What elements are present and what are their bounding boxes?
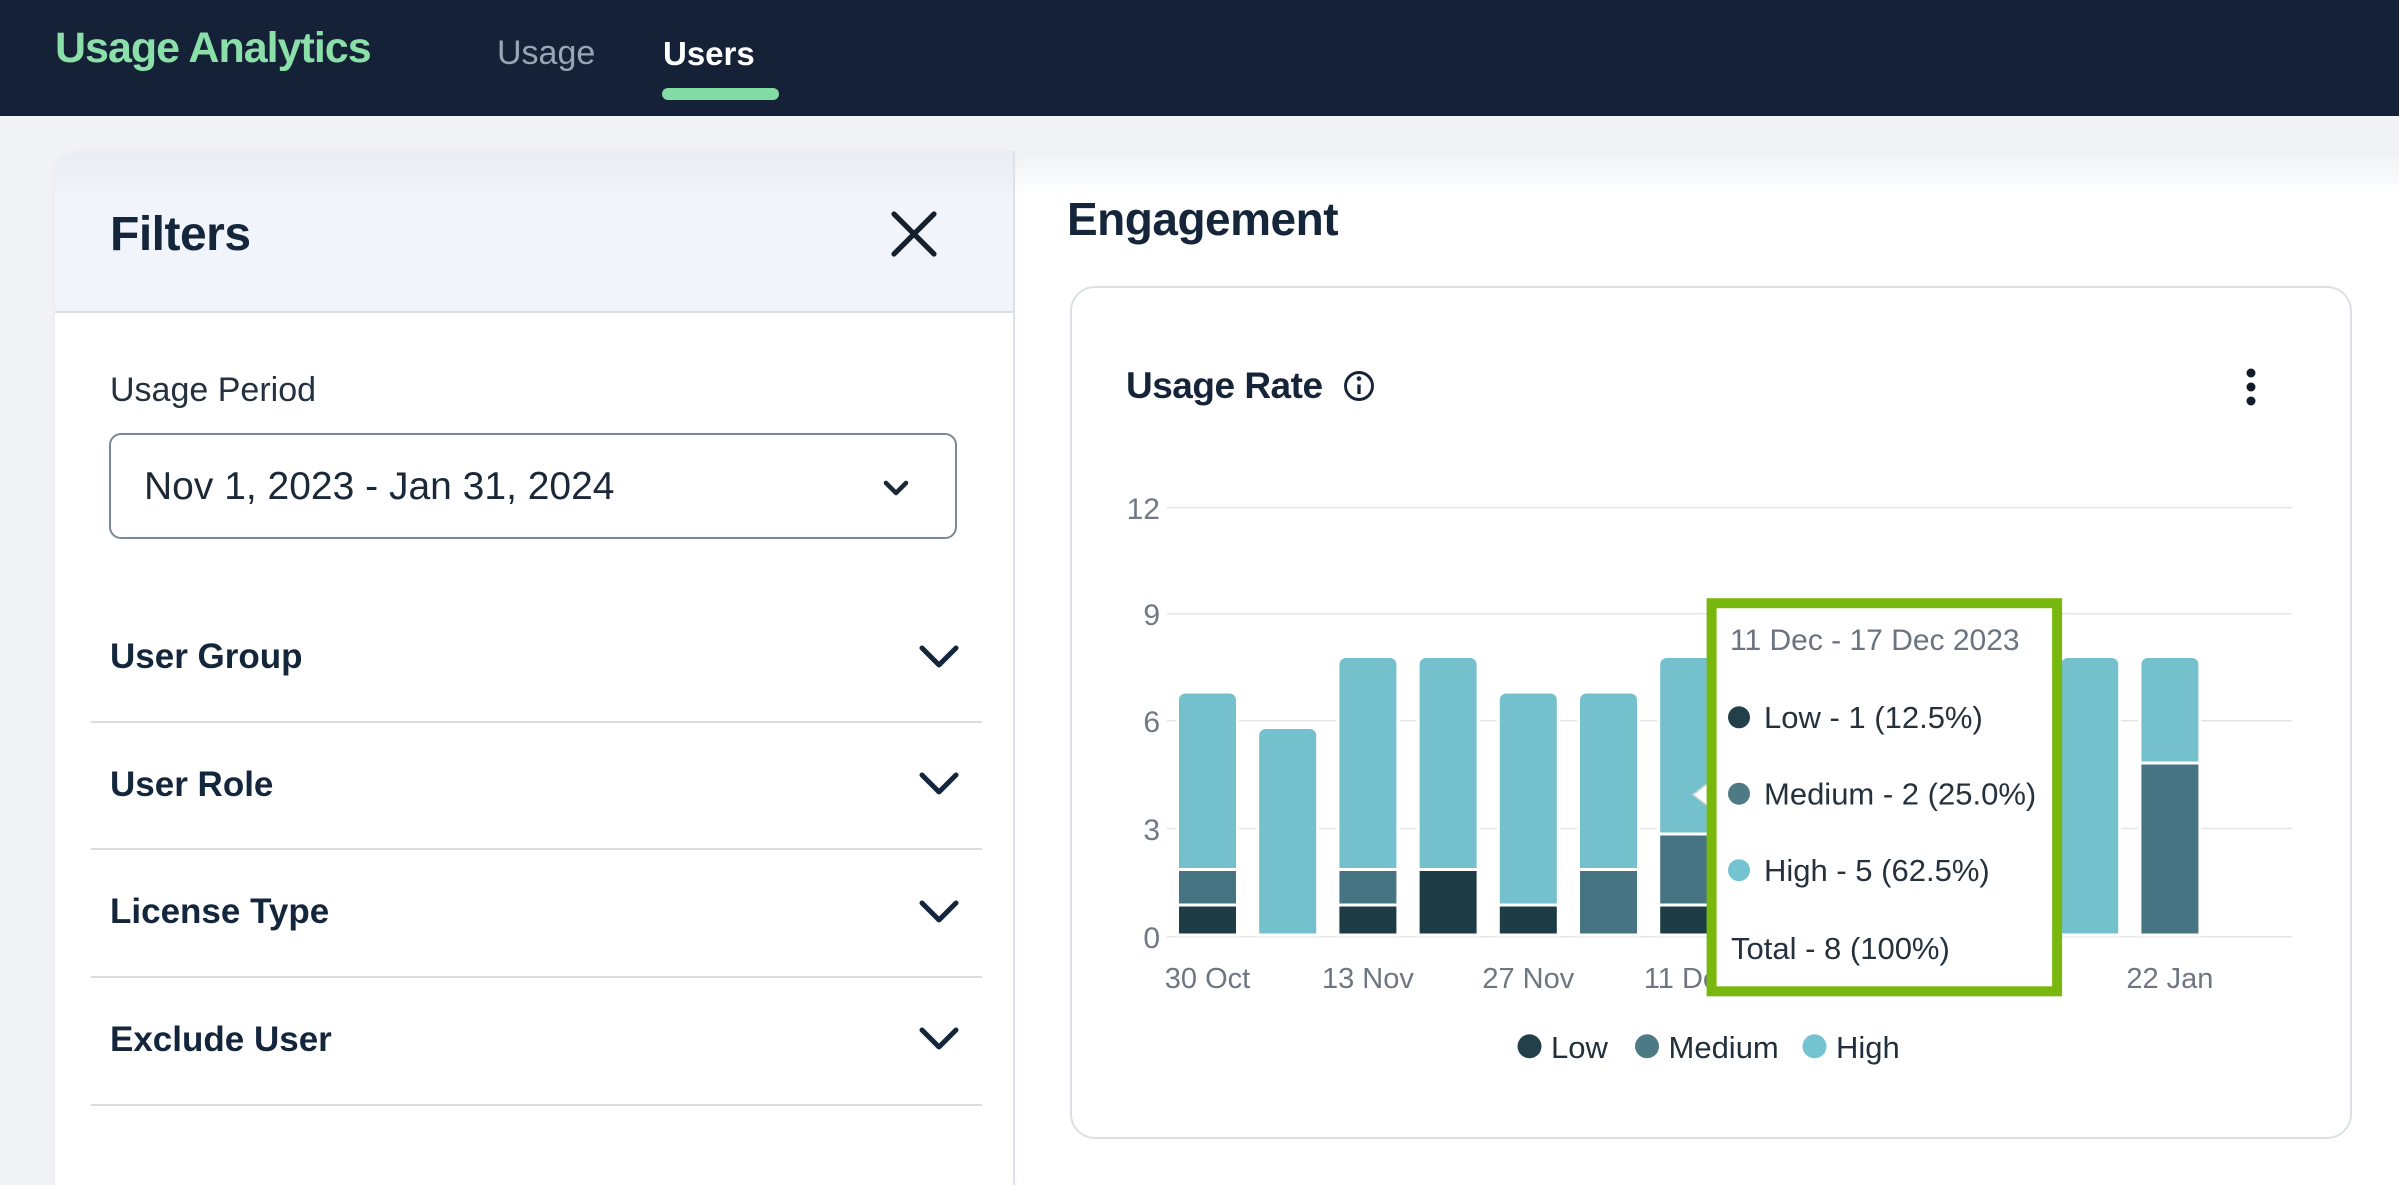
svg-text:Low: Low <box>1551 1030 1608 1065</box>
svg-text:Low - 1 (12.5%): Low - 1 (12.5%) <box>1764 700 1983 735</box>
svg-text:13 Nov: 13 Nov <box>1322 963 1414 995</box>
svg-text:22 Jan: 22 Jan <box>2126 963 2213 995</box>
svg-text:27 Nov: 27 Nov <box>1482 963 1574 995</box>
svg-text:0: 0 <box>1143 922 1160 955</box>
svg-text:3: 3 <box>1143 814 1160 847</box>
svg-text:Total - 8 (100%): Total - 8 (100%) <box>1731 931 1950 966</box>
svg-text:High: High <box>1836 1030 1900 1065</box>
svg-text:12: 12 <box>1127 493 1160 526</box>
svg-text:11 Dec - 17 Dec 2023: 11 Dec - 17 Dec 2023 <box>1730 624 2020 657</box>
svg-text:Usage Rate: Usage Rate <box>1126 365 1323 406</box>
svg-text:High - 5 (62.5%): High - 5 (62.5%) <box>1764 853 1990 888</box>
svg-text:6: 6 <box>1143 706 1160 739</box>
svg-text:30 Oct: 30 Oct <box>1165 963 1250 995</box>
svg-text:9: 9 <box>1143 599 1160 632</box>
svg-text:Medium - 2 (25.0%): Medium - 2 (25.0%) <box>1764 776 2036 811</box>
svg-text:Medium: Medium <box>1669 1030 1779 1065</box>
